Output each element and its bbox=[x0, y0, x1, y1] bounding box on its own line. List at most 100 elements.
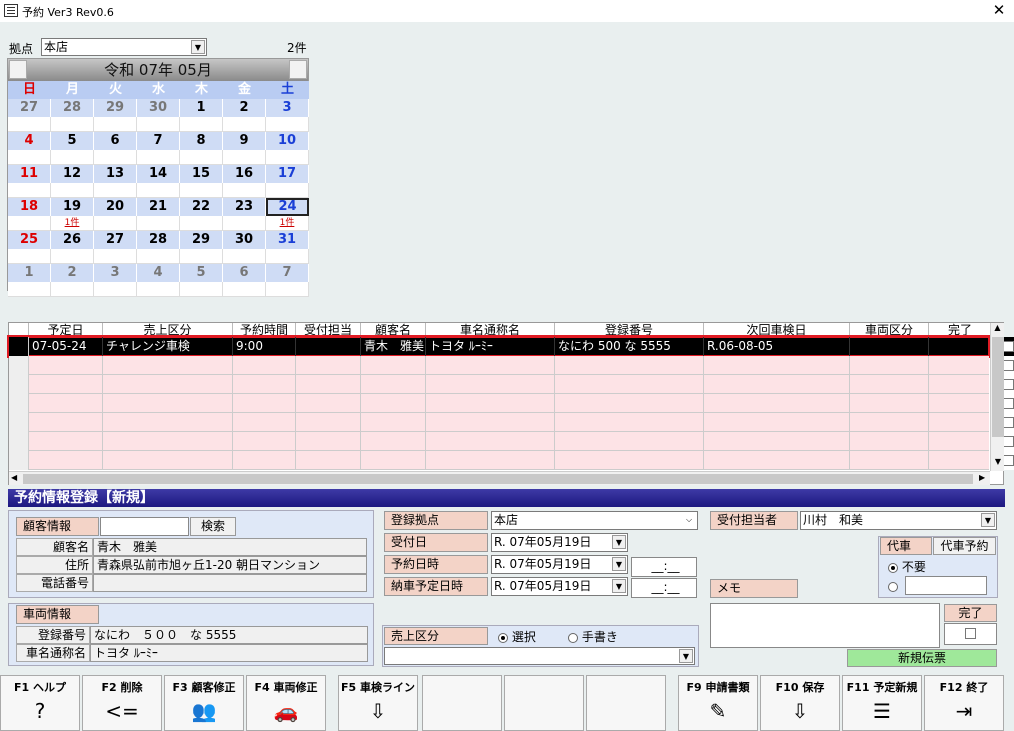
table-row[interactable] bbox=[9, 356, 1014, 375]
row-header-corner[interactable] bbox=[9, 323, 29, 337]
calendar-day[interactable]: 5 bbox=[180, 264, 223, 282]
calendar-day-count[interactable] bbox=[51, 183, 94, 198]
done-checkbox[interactable] bbox=[1003, 360, 1014, 371]
sales-category-select[interactable]: ▼ bbox=[384, 647, 695, 665]
calendar-day-count[interactable] bbox=[137, 117, 180, 132]
calendar-day[interactable]: 17 bbox=[266, 165, 309, 183]
calendar-day-count[interactable] bbox=[266, 183, 309, 198]
calendar-day-count[interactable] bbox=[51, 150, 94, 165]
customer-info-button[interactable]: 顧客情報 bbox=[16, 517, 99, 536]
calendar-day-count[interactable] bbox=[137, 249, 180, 264]
function-key[interactable] bbox=[504, 675, 584, 731]
function-key[interactable] bbox=[586, 675, 666, 731]
column-header[interactable]: 予定日 bbox=[29, 323, 103, 337]
calendar-day-count[interactable] bbox=[223, 282, 266, 297]
calendar-day[interactable]: 3 bbox=[94, 264, 137, 282]
done-checkbox[interactable] bbox=[1003, 341, 1014, 352]
calendar-day[interactable]: 2 bbox=[223, 99, 266, 117]
calendar-day[interactable]: 27 bbox=[94, 231, 137, 249]
table-row[interactable] bbox=[9, 394, 1014, 413]
calendar-day[interactable]: 16 bbox=[223, 165, 266, 183]
calendar-day[interactable]: 12 bbox=[51, 165, 94, 183]
column-header[interactable]: 売上区分 bbox=[103, 323, 233, 337]
calendar-day[interactable]: 5 bbox=[51, 132, 94, 150]
calendar-day[interactable]: 27 bbox=[8, 99, 51, 117]
delivery-time-input[interactable]: __:__ bbox=[631, 578, 697, 598]
function-key[interactable]: F4 車両修正 🚗 bbox=[246, 675, 326, 731]
calendar-day-count[interactable] bbox=[180, 150, 223, 165]
calendar-day-count[interactable]: 1件 bbox=[266, 216, 309, 231]
done-checkbox[interactable] bbox=[1003, 436, 1014, 447]
calendar-day-count[interactable]: 1件 bbox=[51, 216, 94, 231]
row-header[interactable] bbox=[9, 432, 29, 451]
horizontal-scrollbar[interactable]: ◀ ▶ bbox=[9, 471, 990, 485]
daisha-car-input[interactable] bbox=[905, 576, 987, 595]
table-row[interactable] bbox=[9, 451, 1014, 470]
calendar-day[interactable]: 20 bbox=[94, 198, 137, 216]
done-checkbox[interactable] bbox=[1003, 417, 1014, 428]
search-button[interactable]: 検索 bbox=[190, 517, 236, 536]
calendar-day[interactable]: 4 bbox=[137, 264, 180, 282]
calendar-day-count[interactable] bbox=[223, 117, 266, 132]
done-checkbox[interactable] bbox=[1003, 379, 1014, 390]
calendar-day-count[interactable] bbox=[137, 150, 180, 165]
calendar-day-count[interactable] bbox=[266, 117, 309, 132]
calendar-day[interactable]: 19 bbox=[51, 198, 94, 216]
calendar-day[interactable]: 31 bbox=[266, 231, 309, 249]
calendar-day[interactable]: 14 bbox=[137, 165, 180, 183]
customer-search-input[interactable] bbox=[100, 517, 189, 536]
table-row[interactable] bbox=[9, 413, 1014, 432]
calendar-day-count[interactable] bbox=[180, 282, 223, 297]
row-header[interactable] bbox=[9, 375, 29, 394]
calendar-day-count[interactable] bbox=[137, 183, 180, 198]
calendar-day[interactable]: 11 bbox=[8, 165, 51, 183]
calendar-day-count[interactable] bbox=[180, 249, 223, 264]
column-header[interactable]: 受付担当 bbox=[296, 323, 361, 337]
calendar-day-count[interactable] bbox=[8, 216, 51, 231]
done-checkbox[interactable] bbox=[965, 628, 976, 639]
vehicle-info-button[interactable]: 車両情報 bbox=[16, 605, 99, 624]
row-header[interactable] bbox=[9, 337, 29, 356]
calendar-day[interactable]: 30 bbox=[223, 231, 266, 249]
calendar-day[interactable]: 6 bbox=[223, 264, 266, 282]
new-slip-button[interactable]: 新規伝票 bbox=[847, 649, 997, 667]
calendar-day-count[interactable] bbox=[94, 150, 137, 165]
calendar-day[interactable]: 1 bbox=[8, 264, 51, 282]
calendar-day[interactable]: 28 bbox=[51, 99, 94, 117]
column-header[interactable]: 車名通称名 bbox=[426, 323, 555, 337]
calendar-day-count[interactable] bbox=[223, 150, 266, 165]
table-row[interactable] bbox=[9, 432, 1014, 451]
calendar-day[interactable]: 29 bbox=[94, 99, 137, 117]
table-row[interactable]: 07-05-24 チャレンジ車検 9:00 青木 雅美 トヨタ ﾙｰﾐｰ なにわ 500 … bbox=[7, 335, 1014, 358]
function-key[interactable]: F12 終了 ⇥ bbox=[924, 675, 1004, 731]
prev-month-button[interactable] bbox=[9, 60, 27, 79]
calendar-day-count[interactable] bbox=[51, 249, 94, 264]
calendar-day-count[interactable] bbox=[180, 117, 223, 132]
calendar-day[interactable]: 18 bbox=[8, 198, 51, 216]
calendar-day-count[interactable] bbox=[223, 216, 266, 231]
calendar-day[interactable]: 26 bbox=[51, 231, 94, 249]
calendar-day-count[interactable] bbox=[223, 183, 266, 198]
calendar-day-count[interactable] bbox=[8, 282, 51, 297]
calendar-day-count[interactable] bbox=[94, 183, 137, 198]
function-key[interactable]: F11 予定新規 ☰ bbox=[842, 675, 922, 731]
calendar-day[interactable]: 10 bbox=[266, 132, 309, 150]
calendar-day[interactable]: 28 bbox=[137, 231, 180, 249]
column-header[interactable]: 顧客名 bbox=[361, 323, 426, 337]
done-checkbox[interactable] bbox=[1003, 398, 1014, 409]
calendar-day-count[interactable] bbox=[223, 249, 266, 264]
calendar-day-count[interactable] bbox=[94, 216, 137, 231]
daisha-radio-car[interactable] bbox=[888, 579, 898, 593]
function-key[interactable]: F1 ヘルプ? bbox=[0, 675, 80, 731]
function-key[interactable]: F5 車検ライン ⇩ bbox=[338, 675, 418, 731]
calendar-day-count[interactable] bbox=[51, 117, 94, 132]
sales-radio-select[interactable]: 選択 bbox=[498, 628, 536, 645]
calendar-day[interactable]: 9 bbox=[223, 132, 266, 150]
column-header[interactable]: 車両区分 bbox=[850, 323, 929, 337]
calendar-day[interactable]: 23 bbox=[223, 198, 266, 216]
calendar-day-count[interactable] bbox=[8, 183, 51, 198]
row-header[interactable] bbox=[9, 394, 29, 413]
calendar-day[interactable]: 8 bbox=[180, 132, 223, 150]
daisha-radio-none[interactable]: 不要 bbox=[888, 558, 926, 575]
receipt-date-picker[interactable]: R. 07年05月19日 ▼ bbox=[491, 533, 628, 552]
